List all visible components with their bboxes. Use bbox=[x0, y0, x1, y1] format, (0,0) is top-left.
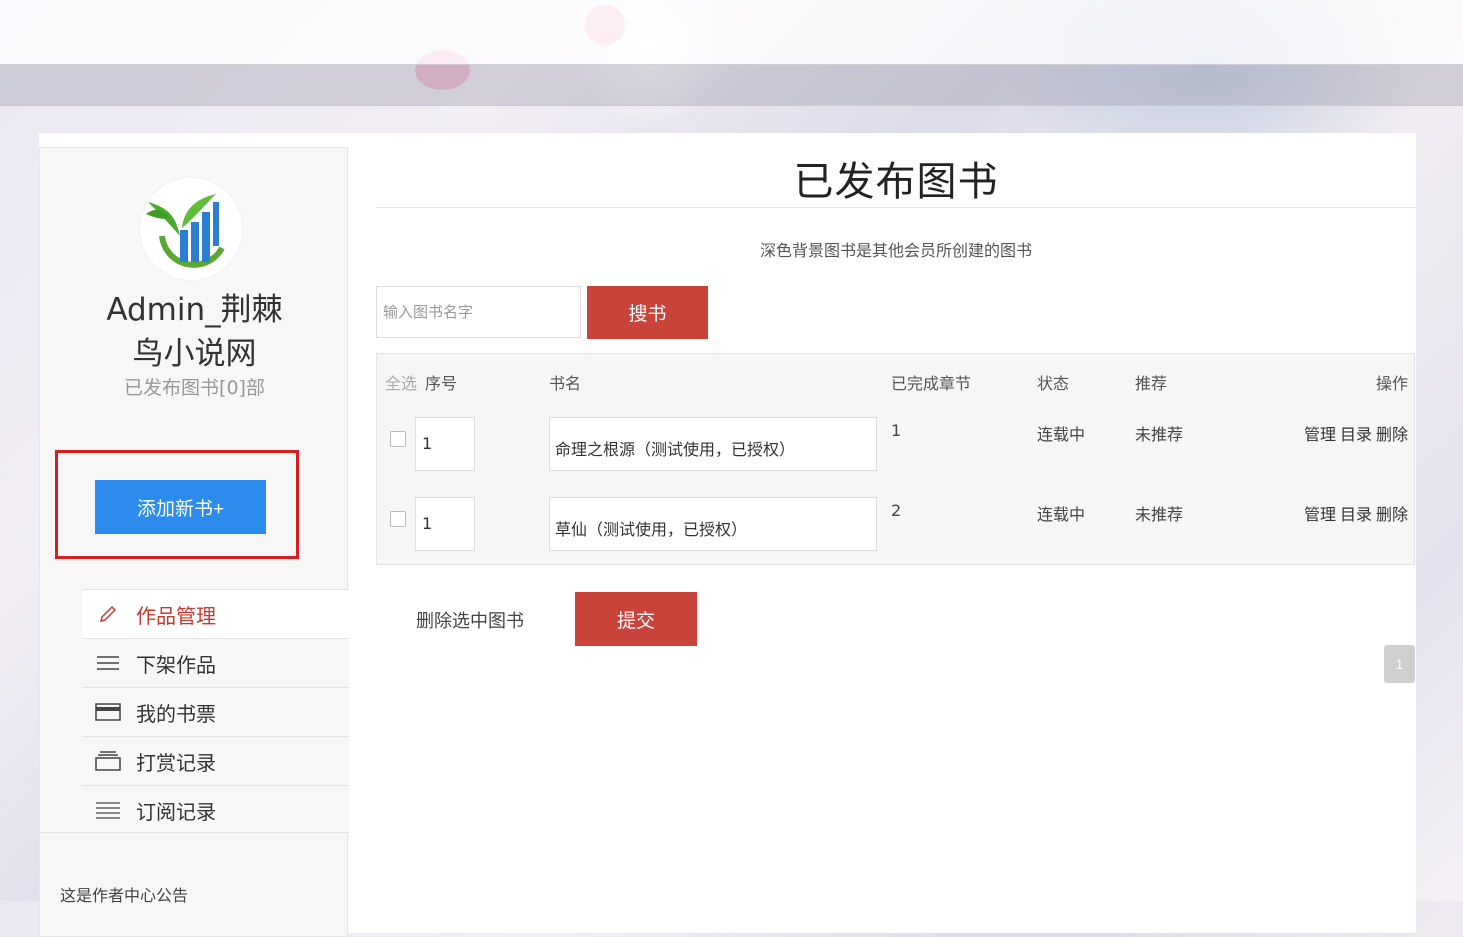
menu-lines-icon bbox=[94, 652, 122, 674]
row-checkbox[interactable] bbox=[390, 511, 406, 527]
card-icon bbox=[94, 701, 122, 723]
sidebar-item-works-manage[interactable]: 作品管理 bbox=[82, 589, 349, 638]
sidebar-item-label: 我的书票 bbox=[136, 701, 216, 726]
sidebar-item-label: 订阅记录 bbox=[136, 799, 216, 824]
select-all-header[interactable]: 全选 bbox=[385, 370, 417, 394]
manage-link[interactable]: 管理 bbox=[1304, 505, 1336, 524]
divider bbox=[40, 832, 349, 833]
row-index-input[interactable]: 1 bbox=[415, 417, 475, 471]
row-chapters: 2 bbox=[891, 501, 902, 520]
author-center-panel: Admin_荆棘鸟小说网 已发布图书[0]部 添加新书+ 作品管理 下架作品 我… bbox=[39, 133, 1416, 937]
sidebar-item-reward-records[interactable]: 打赏记录 bbox=[82, 736, 349, 785]
name-header: 书名 bbox=[549, 374, 582, 393]
search-button[interactable]: 搜书 bbox=[587, 286, 708, 339]
row-name-input[interactable]: 草仙（测试使用，已授权） bbox=[549, 497, 877, 551]
book-search-input[interactable] bbox=[376, 286, 581, 338]
username: Admin_荆棘鸟小说网 bbox=[106, 292, 283, 372]
sidebar-item-label: 下架作品 bbox=[136, 652, 216, 677]
row-recommend: 未推荐 bbox=[1135, 425, 1184, 444]
page-title: 已发布图书 bbox=[793, 159, 999, 205]
delete-link[interactable]: 删除 bbox=[1376, 425, 1408, 444]
row-name-input[interactable]: 命理之根源（测试使用，已授权） bbox=[549, 417, 877, 471]
row-recommend: 未推荐 bbox=[1135, 505, 1184, 524]
sidebar-item-offline-works[interactable]: 下架作品 bbox=[82, 638, 349, 687]
row-index-input[interactable]: 1 bbox=[415, 497, 475, 551]
top-navbar bbox=[0, 0, 1463, 65]
row-actions: 管理 目录 删除 bbox=[1300, 501, 1408, 525]
index-header: 序号 bbox=[425, 374, 458, 393]
sidebar-item-label: 打赏记录 bbox=[136, 750, 216, 775]
sub-navbar bbox=[0, 65, 1463, 106]
sidebar-item-my-tickets[interactable]: 我的书票 bbox=[82, 687, 349, 736]
manage-link[interactable]: 管理 bbox=[1304, 425, 1336, 444]
stack-icon bbox=[94, 750, 122, 772]
pagination-page-1[interactable]: 1 bbox=[1384, 645, 1415, 683]
chapters-header: 已完成章节 bbox=[891, 374, 972, 393]
divider bbox=[376, 207, 1416, 208]
sidebar-item-label: 作品管理 bbox=[136, 603, 216, 628]
actions-header: 操作 bbox=[1375, 374, 1408, 393]
delete-selected-label: 删除选中图书 bbox=[416, 611, 524, 632]
row-status: 连载中 bbox=[1037, 505, 1086, 524]
pencil-icon bbox=[94, 603, 122, 625]
row-checkbox[interactable] bbox=[390, 431, 406, 447]
row-chapters: 1 bbox=[891, 421, 902, 440]
sidebar: Admin_荆棘鸟小说网 已发布图书[0]部 添加新书+ 作品管理 下架作品 我… bbox=[39, 147, 349, 937]
list-icon bbox=[94, 799, 122, 821]
recommend-header: 推荐 bbox=[1135, 374, 1168, 393]
status-header: 状态 bbox=[1037, 374, 1070, 393]
submit-button[interactable]: 提交 bbox=[575, 592, 697, 646]
sidebar-menu: 作品管理 下架作品 我的书票 打赏记录 订阅记录 bbox=[82, 589, 349, 834]
sidebar-item-subscription-records[interactable]: 订阅记录 bbox=[82, 785, 349, 834]
site-logo bbox=[140, 178, 242, 280]
books-table: 全选 序号 书名 已完成章节 状态 推荐 操作 1 命理之根源（测试使用，已授权… bbox=[376, 353, 1415, 565]
catalog-link[interactable]: 目录 bbox=[1340, 425, 1372, 444]
hint-text: 深色背景图书是其他会员所创建的图书 bbox=[759, 241, 1032, 260]
delete-link[interactable]: 删除 bbox=[1376, 505, 1408, 524]
author-notice: 这是作者中心公告 bbox=[60, 886, 189, 905]
add-book-button[interactable]: 添加新书+ bbox=[95, 480, 266, 534]
row-status: 连载中 bbox=[1037, 425, 1086, 444]
row-actions: 管理 目录 删除 bbox=[1300, 421, 1408, 445]
published-count: 已发布图书[0]部 bbox=[124, 377, 265, 399]
catalog-link[interactable]: 目录 bbox=[1340, 505, 1372, 524]
